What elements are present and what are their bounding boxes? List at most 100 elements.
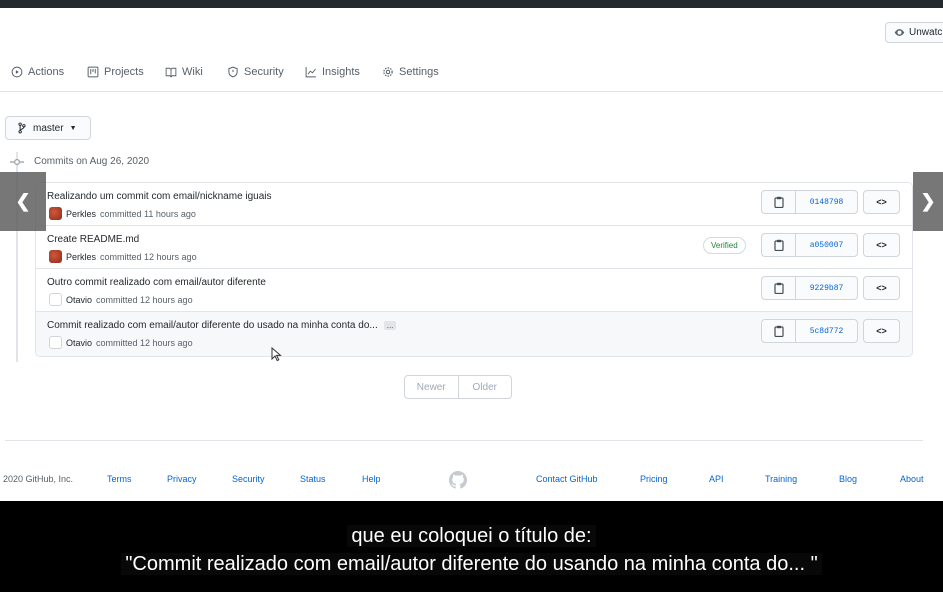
copy-sha-button[interactable] xyxy=(762,191,796,213)
footer-link-about[interactable]: About xyxy=(900,474,924,484)
footer-link-training[interactable]: Training xyxy=(765,474,797,484)
subtitle-line-2: "Commit realizado com email/autor difere… xyxy=(0,552,943,577)
footer-link-api[interactable]: API xyxy=(709,474,724,484)
github-logo-icon[interactable] xyxy=(449,471,467,489)
tab-projects[interactable]: Projects xyxy=(87,66,144,78)
commit-author[interactable]: Perkles xyxy=(66,209,96,219)
commit-sha-link[interactable]: a050007 xyxy=(796,234,857,256)
commit-author[interactable]: Otavio xyxy=(66,338,92,348)
browse-repo-button[interactable]: <> xyxy=(863,233,900,257)
unwatch-label: Unwatch xyxy=(909,27,943,38)
commit-time: committed 12 hours ago xyxy=(96,337,193,348)
copy-sha-button[interactable] xyxy=(762,277,796,299)
commit-time: committed 11 hours ago xyxy=(100,208,196,219)
repo-nav: Actions Projects Wiki Security Insights … xyxy=(0,60,943,92)
commit-row: Create README.md Perkles committed 12 ho… xyxy=(36,226,912,269)
copy-sha-button[interactable] xyxy=(762,320,796,342)
commits-date-header: Commits on Aug 26, 2020 xyxy=(10,156,149,167)
commit-author[interactable]: Perkles xyxy=(66,252,96,262)
commit-title-link[interactable]: Realizando um commit com email/nickname … xyxy=(47,191,272,202)
tab-wiki[interactable]: Wiki xyxy=(165,66,203,78)
next-slide-button[interactable]: ❯ xyxy=(913,172,943,231)
tab-security-label: Security xyxy=(244,66,284,78)
tab-insights[interactable]: Insights xyxy=(305,66,360,78)
commit-title-link[interactable]: Commit realizado com email/autor diferen… xyxy=(47,320,378,331)
branch-icon xyxy=(18,122,26,134)
browse-repo-button[interactable]: <> xyxy=(863,276,900,300)
verified-badge[interactable]: Verified xyxy=(703,237,746,254)
subtitle-line-1: que eu coloquei o título de: xyxy=(0,524,943,549)
avatar[interactable] xyxy=(49,336,62,349)
clipboard-icon xyxy=(773,239,784,251)
footer-copyright: 2020 GitHub, Inc. xyxy=(3,474,74,484)
browse-repo-button[interactable]: <> xyxy=(863,190,900,214)
tab-insights-label: Insights xyxy=(322,66,360,78)
branch-name: master xyxy=(33,122,64,134)
previous-slide-button[interactable]: ❮ xyxy=(0,172,46,231)
footer-link-terms[interactable]: Terms xyxy=(107,474,132,484)
play-circle-icon xyxy=(11,66,23,78)
commit-sha-link[interactable]: 5c8d772 xyxy=(796,320,857,342)
clipboard-icon xyxy=(773,282,784,294)
chevron-left-icon: ❮ xyxy=(15,191,31,211)
footer-link-pricing[interactable]: Pricing xyxy=(640,474,668,484)
copy-sha-button[interactable] xyxy=(762,234,796,256)
commit-meta: Otavio committed 12 hours ago xyxy=(49,336,193,349)
tab-actions[interactable]: Actions xyxy=(11,66,64,78)
clipboard-icon xyxy=(773,196,784,208)
commits-date-label: Commits on Aug 26, 2020 xyxy=(34,156,150,167)
mouse-cursor-icon xyxy=(271,347,282,362)
footer-link-contact[interactable]: Contact GitHub xyxy=(536,474,598,484)
book-icon xyxy=(165,67,177,78)
commit-meta: Perkles committed 12 hours ago xyxy=(49,250,197,263)
commit-author[interactable]: Otavio xyxy=(66,295,92,305)
commit-sha-link[interactable]: 9229b87 xyxy=(796,277,857,299)
commit-sha-link[interactable]: 0148798 xyxy=(796,191,857,213)
commit-row: Outro commit realizado com email/autor d… xyxy=(36,269,912,312)
sha-button-group: a050007 xyxy=(761,233,858,257)
footer-link-blog[interactable]: Blog xyxy=(839,474,857,484)
avatar[interactable] xyxy=(49,293,62,306)
sha-button-group: 5c8d772 xyxy=(761,319,858,343)
subtitle-text-1: que eu coloquei o título de: xyxy=(347,525,596,547)
browser-frame: Unwatch Actions Projects Wiki Security I… xyxy=(0,0,943,592)
commit-meta: Perkles committed 11 hours ago xyxy=(49,207,196,220)
commit-row: Realizando um commit com email/nickname … xyxy=(36,183,912,226)
tab-security[interactable]: Security xyxy=(227,66,284,78)
tab-wiki-label: Wiki xyxy=(182,66,203,78)
commit-title-link[interactable]: Create README.md xyxy=(47,234,139,245)
commit-meta: Otavio committed 12 hours ago xyxy=(49,293,193,306)
tab-projects-label: Projects xyxy=(104,66,144,78)
newer-button[interactable]: Newer xyxy=(405,376,458,398)
footer-link-help[interactable]: Help xyxy=(362,474,381,484)
older-button[interactable]: Older xyxy=(457,376,512,398)
graph-icon xyxy=(305,67,316,78)
expand-message-button[interactable]: ... xyxy=(383,320,397,330)
commit-row: Commit realizado com email/autor diferen… xyxy=(36,312,912,356)
footer-link-privacy[interactable]: Privacy xyxy=(167,474,197,484)
commit-time: committed 12 hours ago xyxy=(96,294,193,305)
commit-icon xyxy=(10,158,24,165)
tab-settings[interactable]: Settings xyxy=(382,66,439,78)
browse-repo-button[interactable]: <> xyxy=(863,319,900,343)
unwatch-button[interactable]: Unwatch xyxy=(885,22,943,43)
tab-actions-label: Actions xyxy=(28,66,65,78)
gear-icon xyxy=(383,67,393,77)
chevron-right-icon: ❯ xyxy=(920,191,936,211)
sha-button-group: 0148798 xyxy=(761,190,858,214)
github-header-bar xyxy=(0,0,943,8)
project-board-icon xyxy=(87,66,99,78)
subtitle-text-2: "Commit realizado com email/autor difere… xyxy=(121,553,822,575)
commit-title-link[interactable]: Outro commit realizado com email/autor d… xyxy=(47,277,266,288)
footer-link-security[interactable]: Security xyxy=(232,474,265,484)
footer-link-status[interactable]: Status xyxy=(300,474,326,484)
avatar[interactable] xyxy=(49,250,62,263)
clipboard-icon xyxy=(773,325,784,337)
shield-icon xyxy=(228,66,238,78)
branch-select-button[interactable]: master ▼ xyxy=(5,116,91,140)
commit-list: Realizando um commit com email/nickname … xyxy=(35,182,913,357)
sha-button-group: 9229b87 xyxy=(761,276,858,300)
commit-title: Commit realizado com email/autor diferen… xyxy=(47,320,397,331)
pagination: Newer Older xyxy=(404,375,512,399)
avatar[interactable] xyxy=(49,207,62,220)
